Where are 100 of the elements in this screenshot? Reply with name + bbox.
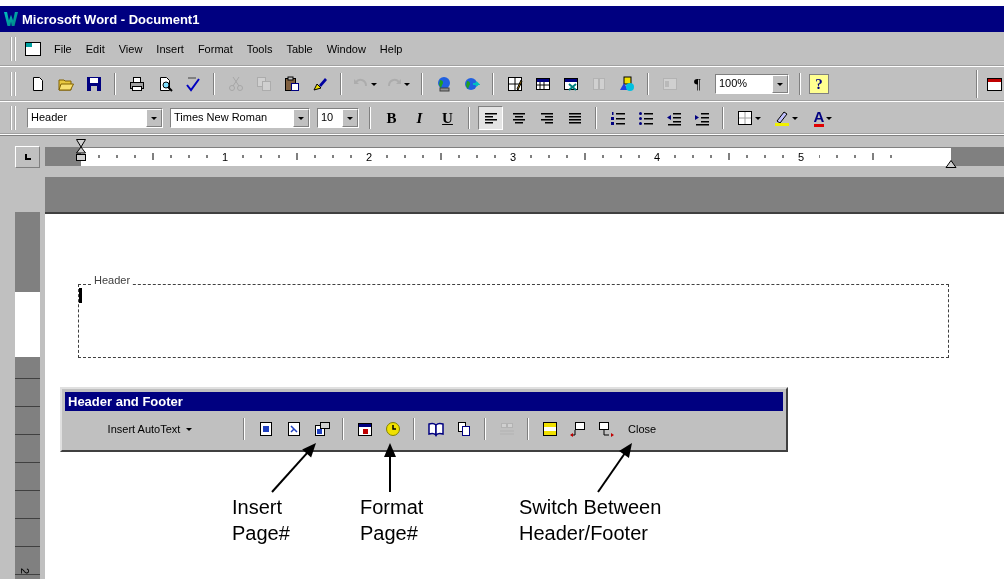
- decrease-indent-icon: [665, 110, 682, 126]
- underline-button[interactable]: U: [435, 106, 460, 130]
- toolbar-title: Header and Footer: [65, 392, 783, 411]
- clipboard-icon: [283, 76, 300, 92]
- window-title: Microsoft Word - Document1: [22, 11, 200, 27]
- style-value: Header: [30, 110, 69, 125]
- toolbar-grip[interactable]: [10, 72, 16, 96]
- ruler-number: 2: [19, 567, 32, 575]
- left-tab-icon: [22, 151, 33, 162]
- menu-item[interactable]: View: [112, 41, 149, 57]
- ruler-number: 4: [652, 151, 661, 163]
- calendar-page-icon[interactable]: [986, 76, 1002, 92]
- menu-item[interactable]: Tools: [240, 41, 279, 57]
- toolbar-grip[interactable]: [10, 37, 16, 61]
- show-formatting-button[interactable]: ¶: [685, 72, 710, 96]
- menu-item[interactable]: Format: [191, 41, 239, 57]
- menu-item[interactable]: Window: [320, 41, 372, 57]
- callout-arrow: [597, 443, 632, 493]
- size-dropdown[interactable]: 10: [317, 108, 359, 128]
- increase-indent-icon: [693, 110, 710, 126]
- callout-label: Switch Between Header/Footer: [519, 495, 662, 546]
- document-icon[interactable]: [24, 41, 42, 57]
- caret-icon: [777, 82, 783, 86]
- ruler-number: 1: [220, 151, 229, 163]
- zoom-dropdown[interactable]: 100%: [715, 74, 789, 94]
- header-footer-page-icon: [541, 421, 558, 437]
- app-logo-icon: [4, 12, 18, 26]
- page-count-icon: [285, 421, 302, 437]
- caret-icon: [404, 82, 410, 86]
- callout-arrow: [384, 443, 396, 493]
- paintbrush-icon: [311, 76, 328, 92]
- globe-icon: [435, 76, 452, 92]
- align-left-button[interactable]: [478, 106, 503, 130]
- italic-button[interactable]: I: [407, 106, 432, 130]
- numbered-list-icon: [609, 110, 626, 126]
- previous-page-icon: [569, 421, 586, 437]
- open-book-icon: [427, 421, 444, 437]
- menu-item[interactable]: Edit: [79, 41, 111, 57]
- caret-icon: [755, 116, 761, 120]
- format-page-icon: [313, 421, 330, 437]
- align-center-icon: [510, 110, 527, 126]
- callout-label: Insert Page#: [232, 495, 290, 546]
- ruler-number: 3: [508, 151, 517, 163]
- scissors-icon: [227, 76, 244, 92]
- caret-icon: [826, 116, 833, 120]
- right-indent-marker-icon[interactable]: [945, 160, 957, 168]
- font-dropdown[interactable]: Times New Roman: [170, 108, 310, 128]
- caret-icon: [151, 116, 157, 120]
- justify-icon: [566, 110, 583, 126]
- caret-icon: [186, 427, 193, 431]
- calendar-icon: [356, 421, 373, 437]
- clock-icon: [384, 421, 401, 437]
- columns-icon: [590, 76, 607, 92]
- align-right-icon: [538, 110, 555, 126]
- bold-button[interactable]: B: [379, 106, 404, 130]
- ruler-number: 5: [796, 151, 805, 163]
- callout-arrow: [271, 443, 316, 493]
- copy-pages-icon: [255, 76, 272, 92]
- caret-icon: [298, 116, 304, 120]
- dropdown-button[interactable]: [146, 109, 162, 127]
- shapes-icon: [618, 76, 635, 92]
- ruler-number: 2: [364, 151, 373, 163]
- caret-icon: [347, 116, 353, 120]
- dropdown-button[interactable]: [342, 109, 358, 127]
- border-icon: [737, 110, 753, 126]
- caret-icon: [371, 82, 377, 86]
- align-left-icon: [482, 110, 499, 126]
- printer-icon: [128, 76, 145, 92]
- menu-item[interactable]: Help: [373, 41, 409, 57]
- zoom-value: 100%: [718, 76, 749, 91]
- caret-icon: [792, 116, 798, 120]
- next-page-icon: [597, 421, 614, 437]
- bullet-list-icon: [637, 110, 654, 126]
- size-value: 10: [320, 110, 335, 125]
- check-mark-icon: [184, 76, 201, 92]
- menu-item[interactable]: File: [48, 41, 78, 57]
- text-cursor-icon: [79, 288, 82, 303]
- style-dropdown[interactable]: Header: [27, 108, 163, 128]
- indent-marker-icon[interactable]: [75, 138, 87, 162]
- document-map-icon: [661, 76, 678, 92]
- table-pencil-icon: [506, 76, 523, 92]
- insert-autotext-button[interactable]: Insert AutoText: [65, 417, 235, 441]
- dropdown-button[interactable]: [772, 75, 788, 93]
- dropdown-button[interactable]: [293, 109, 309, 127]
- header-label: Header: [92, 274, 133, 286]
- font-color-button[interactable]: A: [806, 106, 840, 130]
- tab-selector-button[interactable]: [15, 145, 40, 168]
- font-color-label: A: [813, 109, 825, 127]
- spreadsheet-icon: [562, 76, 579, 92]
- two-pages-icon: [455, 421, 472, 437]
- toolbar-grip[interactable]: [10, 106, 16, 130]
- page-number-icon: [257, 421, 274, 437]
- menu-item[interactable]: Table: [280, 41, 319, 57]
- close-button[interactable]: Close: [621, 417, 664, 441]
- table-icon: [534, 76, 551, 92]
- menu-item[interactable]: Insert: [150, 41, 190, 57]
- help-button[interactable]: ?: [809, 74, 829, 94]
- font-value: Times New Roman: [173, 110, 269, 125]
- highlighter-icon: [774, 110, 790, 126]
- callout-label: Format Page#: [360, 495, 424, 546]
